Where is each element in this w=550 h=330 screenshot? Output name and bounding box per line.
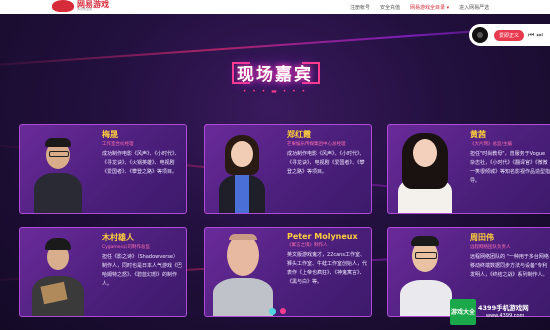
pager-dot[interactable] <box>269 308 276 315</box>
guest-card[interactable]: Peter Molyneux 《寓言之境》制作人 英文版游戏鬼才，22cans工… <box>204 227 372 317</box>
guest-photo <box>205 228 279 316</box>
guest-name: 郑红霞 <box>287 130 311 139</box>
guest-name: Peter Molyneux <box>287 232 358 241</box>
guest-photo <box>20 228 94 316</box>
top-nav-links: 注册帐号 安全充值 网易游戏全目录 ▾ 进入网易严选 <box>350 0 489 14</box>
top-navigation-bar: 网易游戏 游戏热爱者 注册帐号 安全充值 网易游戏全目录 ▾ 进入网易严选 <box>0 0 550 15</box>
guest-role: 远程网络团队负责人 <box>470 245 511 250</box>
guest-card[interactable]: 黄茜 《大片网》总监/主编 担任"时尚教母"，曾服务于Vogue杂志社，《小时代… <box>387 124 550 214</box>
watermark-url: www.4399.com <box>486 313 525 319</box>
guest-card[interactable]: 木村雄人 Cygames公司制作总监 担任《影之诗》（Shadowverse）制… <box>19 227 187 317</box>
netease-logo-icon[interactable] <box>52 0 74 12</box>
guest-name: 黄茜 <box>470 130 486 139</box>
guest-role: 工作室合伙经理 <box>102 142 134 147</box>
guest-role: 《大片网》总监/主编 <box>470 142 513 147</box>
guest-bio: 远程网络团队的 "一种用于多台网络移动终端数据同步方法与设备"专利发明人，《终结… <box>470 254 549 278</box>
music-track-label[interactable]: 爱即正义 <box>494 29 525 41</box>
guest-role: Cygames公司制作总监 <box>102 245 150 250</box>
watermark-badge: 游戏大全 <box>450 299 476 325</box>
guest-bio: 成功制作电影《风声》、《小时代》、《寻龙诀》、电视剧《爱国者》、《攀登之路》等项… <box>287 151 365 175</box>
guest-name: 木村雄人 <box>102 233 134 242</box>
guest-name: 周田伟 <box>470 233 494 242</box>
guest-photo <box>205 125 279 213</box>
guest-role: 芒果娱乐传媒集团中心总经理 <box>287 142 346 147</box>
nav-game-directory-link[interactable]: 网易游戏全目录 ▾ <box>410 4 449 11</box>
guest-bio: 担任"时尚教母"，曾服务于Vogue杂志社，《小时代》《翻译官》《微微一笑很倾城… <box>470 151 550 184</box>
music-disc-icon[interactable] <box>472 27 488 43</box>
guest-photo <box>388 125 462 213</box>
guest-bio: 成功制作电影《风声》、《小时代》、《寻龙诀》、《火锅英雄》、电视剧《爱国者》、《… <box>102 151 180 175</box>
guest-photo <box>20 125 94 213</box>
pager-dot[interactable] <box>280 308 286 314</box>
music-controls-icon[interactable]: ⏮ ⏭ <box>528 31 543 40</box>
guest-role: 《寓言之境》制作人 <box>287 243 328 248</box>
nav-yanxuan-link[interactable]: 进入网易严选 <box>459 4 489 11</box>
watermark-brand: 4399手机游戏网 <box>478 304 529 312</box>
title-decoration: • • • ▬ • • • <box>242 88 308 95</box>
guest-card[interactable]: 郑红霞 芒果娱乐传媒集团中心总经理 成功制作电影《风声》、《小时代》、《寻龙诀》… <box>204 124 372 214</box>
carousel-pager <box>269 308 286 315</box>
guests-section: 爱即正义 ⏮ ⏭ 现场嘉宾 • • • ▬ • • • 梅晟 工作室合伙经理 成… <box>0 14 550 330</box>
guest-card[interactable]: 梅晟 工作室合伙经理 成功制作电影《风声》、《小时代》、《寻龙诀》、《火锅英雄》… <box>19 124 187 214</box>
section-title: 现场嘉宾 <box>237 65 313 85</box>
nav-register-link[interactable]: 注册帐号 <box>350 4 370 11</box>
nav-recharge-link[interactable]: 安全充值 <box>380 4 400 11</box>
music-player[interactable]: 爱即正义 ⏮ ⏭ <box>469 24 550 46</box>
logo-subtitle: 游戏热爱者 <box>77 7 93 11</box>
guest-bio: 英文版游戏鬼才，22cans工作室、狮头工作室、牛蛙工作室创始人，代表作《上帝也… <box>287 252 368 285</box>
guest-bio: 担任《影之诗》（Shadowverse）制作人，同时也是日本人气游戏《巴哈姆特之… <box>102 254 183 287</box>
guest-name: 梅晟 <box>102 130 118 139</box>
